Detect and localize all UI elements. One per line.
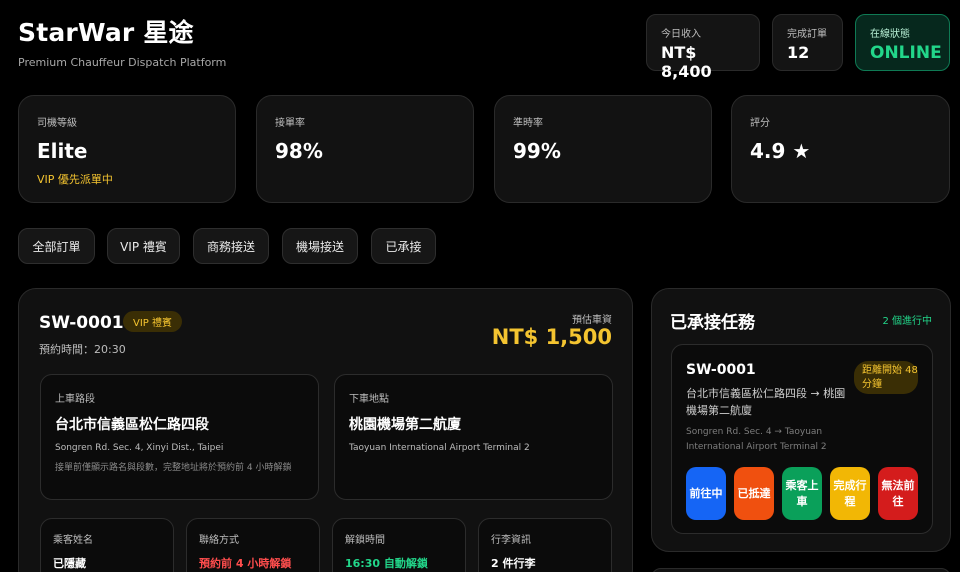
filter-airport[interactable]: 機場接送: [282, 228, 358, 264]
income-label: 今日收入: [661, 29, 701, 40]
info-passenger-name: 乘客姓名 已隱藏: [40, 518, 174, 572]
info-unlock-time: 解鎖時間 16:30 自動解鎖: [332, 518, 466, 572]
status-label: 在線狀態: [870, 29, 910, 40]
task-id: SW-0001: [686, 362, 756, 378]
info-label: 行李資訊: [491, 535, 531, 546]
app-tagline: Premium Chauffeur Dispatch Platform: [18, 56, 227, 69]
app-title: StarWar 星途: [18, 18, 194, 47]
info-contact: 聯絡方式 預約前 4 小時解鎖: [186, 518, 320, 572]
order-id: SW-0001: [39, 313, 124, 333]
info-value: 2 件行李: [491, 557, 536, 570]
fare-label: 預估車資: [572, 315, 612, 326]
dropoff-address-en: Taoyuan International Airport Terminal 2: [349, 443, 530, 453]
filter-vip[interactable]: VIP 禮賓: [107, 228, 180, 264]
metric-driver-tier: 司機等級 Elite VIP 優先派單中: [18, 95, 236, 203]
info-label: 解鎖時間: [345, 535, 385, 546]
metric-label: 準時率: [513, 118, 543, 129]
active-count: 2 個進行中: [882, 316, 932, 327]
metric-label: 接單率: [275, 118, 305, 129]
metric-ontime-rate: 準時率 99%: [494, 95, 712, 203]
pickup-label: 上車路段: [55, 394, 95, 405]
metric-value: Elite: [37, 139, 88, 163]
pickup-note: 接單前僅顯示路名與段數，完整地址將於預約前 4 小時解鎖: [55, 463, 292, 473]
countdown-badge: 距離開始 48 分鐘: [854, 361, 918, 394]
income-value: NT$ 8,400: [661, 43, 712, 81]
status-value: ONLINE: [870, 43, 942, 63]
metric-label: 評分: [750, 118, 770, 129]
order-card[interactable]: SW-0001 VIP 禮賓 預約時間：20:30 預估車資 NT$ 1,500…: [18, 288, 633, 572]
action-complete-trip-button[interactable]: 完成行程: [830, 467, 870, 520]
online-status-toggle[interactable]: 在線狀態 ONLINE: [855, 14, 950, 71]
orders-stat: 完成訂單 12: [772, 14, 843, 71]
pickup-address-en: Songren Rd. Sec. 4, Xinyi Dist., Taipei: [55, 443, 224, 453]
info-value: 預約前 4 小時解鎖: [199, 557, 292, 570]
action-arrived-button[interactable]: 已抵達: [734, 467, 774, 520]
dropoff-label: 下車地點: [349, 394, 389, 405]
metric-sub: VIP 優先派單中: [37, 173, 113, 186]
order-schedule: 預約時間：20:30: [39, 343, 126, 356]
action-en-route-button[interactable]: 前往中: [686, 467, 726, 520]
task-route-en: Songren Rd. Sec. 4 → Taoyuan Internation…: [686, 427, 827, 452]
orders-label: 完成訂單: [787, 29, 827, 40]
filter-all-orders[interactable]: 全部訂單: [18, 228, 95, 264]
filter-accepted[interactable]: 已承接: [371, 228, 436, 264]
metric-value: 99%: [513, 139, 561, 163]
income-stat: 今日收入 NT$ 8,400: [646, 14, 760, 81]
metric-rating: 評分 4.9 ★: [731, 95, 950, 203]
accepted-tasks-panel: 已承接任務 2 個進行中 SW-0001 距離開始 48 分鐘 台北市信義區松仁…: [651, 288, 951, 552]
panel-title: 已承接任務: [670, 313, 755, 333]
task-route: 台北市信義區松仁路四段 → 桃園機場第二航廈: [686, 387, 846, 417]
metric-value: 98%: [275, 139, 323, 163]
pickup-location: 上車路段 台北市信義區松仁路四段 Songren Rd. Sec. 4, Xin…: [40, 374, 319, 500]
secondary-panel: [651, 568, 951, 572]
vip-badge: VIP 禮賓: [123, 311, 182, 332]
info-label: 乘客姓名: [53, 535, 93, 546]
action-cannot-go-button[interactable]: 無法前往: [878, 467, 918, 520]
filter-business[interactable]: 商務接送: [193, 228, 269, 264]
fare-value: NT$ 1,500: [491, 325, 612, 349]
orders-value: 12: [787, 43, 810, 62]
metric-value: 4.9 ★: [750, 139, 811, 163]
info-value: 已隱藏: [53, 557, 86, 570]
dropoff-location: 下車地點 桃園機場第二航廈 Taoyuan International Airp…: [334, 374, 613, 500]
pickup-address: 台北市信義區松仁路四段: [55, 417, 209, 433]
info-value: 16:30 自動解鎖: [345, 557, 428, 570]
action-passenger-onboard-button[interactable]: 乘客上車: [782, 467, 822, 520]
header: StarWar 星途 Premium Chauffeur Dispatch Pl…: [18, 18, 226, 69]
info-label: 聯絡方式: [199, 535, 239, 546]
info-luggage: 行李資訊 2 件行李: [478, 518, 612, 572]
metric-label: 司機等級: [37, 118, 77, 129]
dropoff-address: 桃園機場第二航廈: [349, 417, 461, 433]
task-card[interactable]: SW-0001 距離開始 48 分鐘 台北市信義區松仁路四段 → 桃園機場第二航…: [671, 344, 933, 534]
metric-accept-rate: 接單率 98%: [256, 95, 474, 203]
